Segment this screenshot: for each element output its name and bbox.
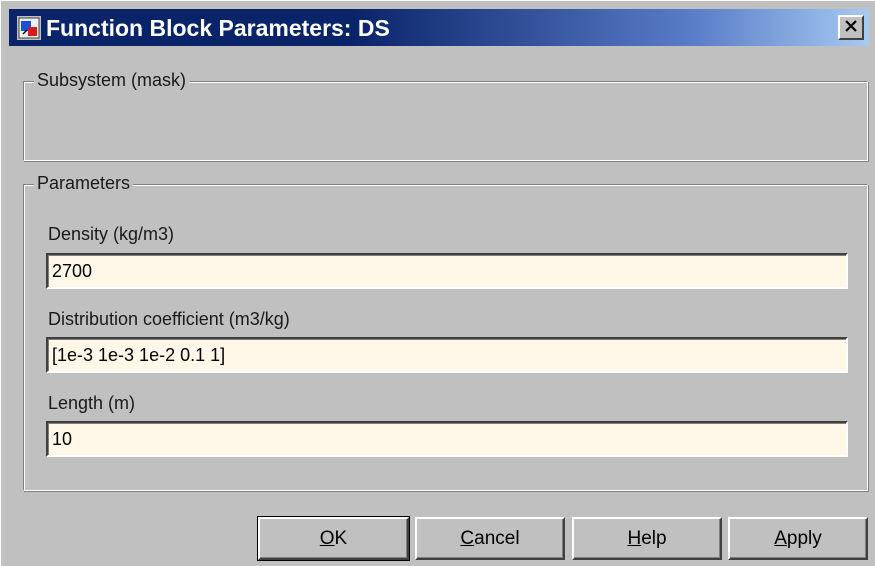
subsystem-group: Subsystem (mask) xyxy=(23,70,868,161)
ok-mnemonic: O xyxy=(319,527,335,549)
apply-button[interactable]: Apply xyxy=(728,517,868,560)
cancel-button[interactable]: Cancel xyxy=(415,517,565,560)
distribution-coefficient-input[interactable] xyxy=(46,337,848,373)
ok-button[interactable]: OK xyxy=(257,516,410,561)
help-label-rest: elp xyxy=(641,527,667,549)
window-title: Function Block Parameters: DS xyxy=(46,15,390,41)
title-bar[interactable]: Function Block Parameters: DS xyxy=(9,9,869,46)
help-mnemonic: H xyxy=(627,527,642,549)
cancel-mnemonic: C xyxy=(460,527,475,549)
density-label: Density (kg/m3) xyxy=(48,224,175,244)
distribution-coefficient-label: Distribution coefficient (m3/kg) xyxy=(48,309,290,329)
close-button[interactable] xyxy=(838,15,864,40)
dialog-window: Function Block Parameters: DS Subsystem … xyxy=(0,0,875,566)
subsystem-legend: Subsystem (mask) xyxy=(34,70,190,91)
cancel-label-rest: ancel xyxy=(474,527,520,549)
apply-label-rest: pply xyxy=(786,527,822,549)
length-label: Length (m) xyxy=(48,393,136,413)
simulink-block-icon xyxy=(17,16,41,40)
help-button[interactable]: Help xyxy=(572,517,722,560)
ok-label-rest: K xyxy=(334,527,348,549)
apply-mnemonic: A xyxy=(774,527,787,549)
density-input[interactable] xyxy=(46,253,848,289)
close-icon xyxy=(844,19,858,37)
length-input[interactable] xyxy=(46,421,848,457)
parameters-legend: Parameters xyxy=(34,173,134,194)
